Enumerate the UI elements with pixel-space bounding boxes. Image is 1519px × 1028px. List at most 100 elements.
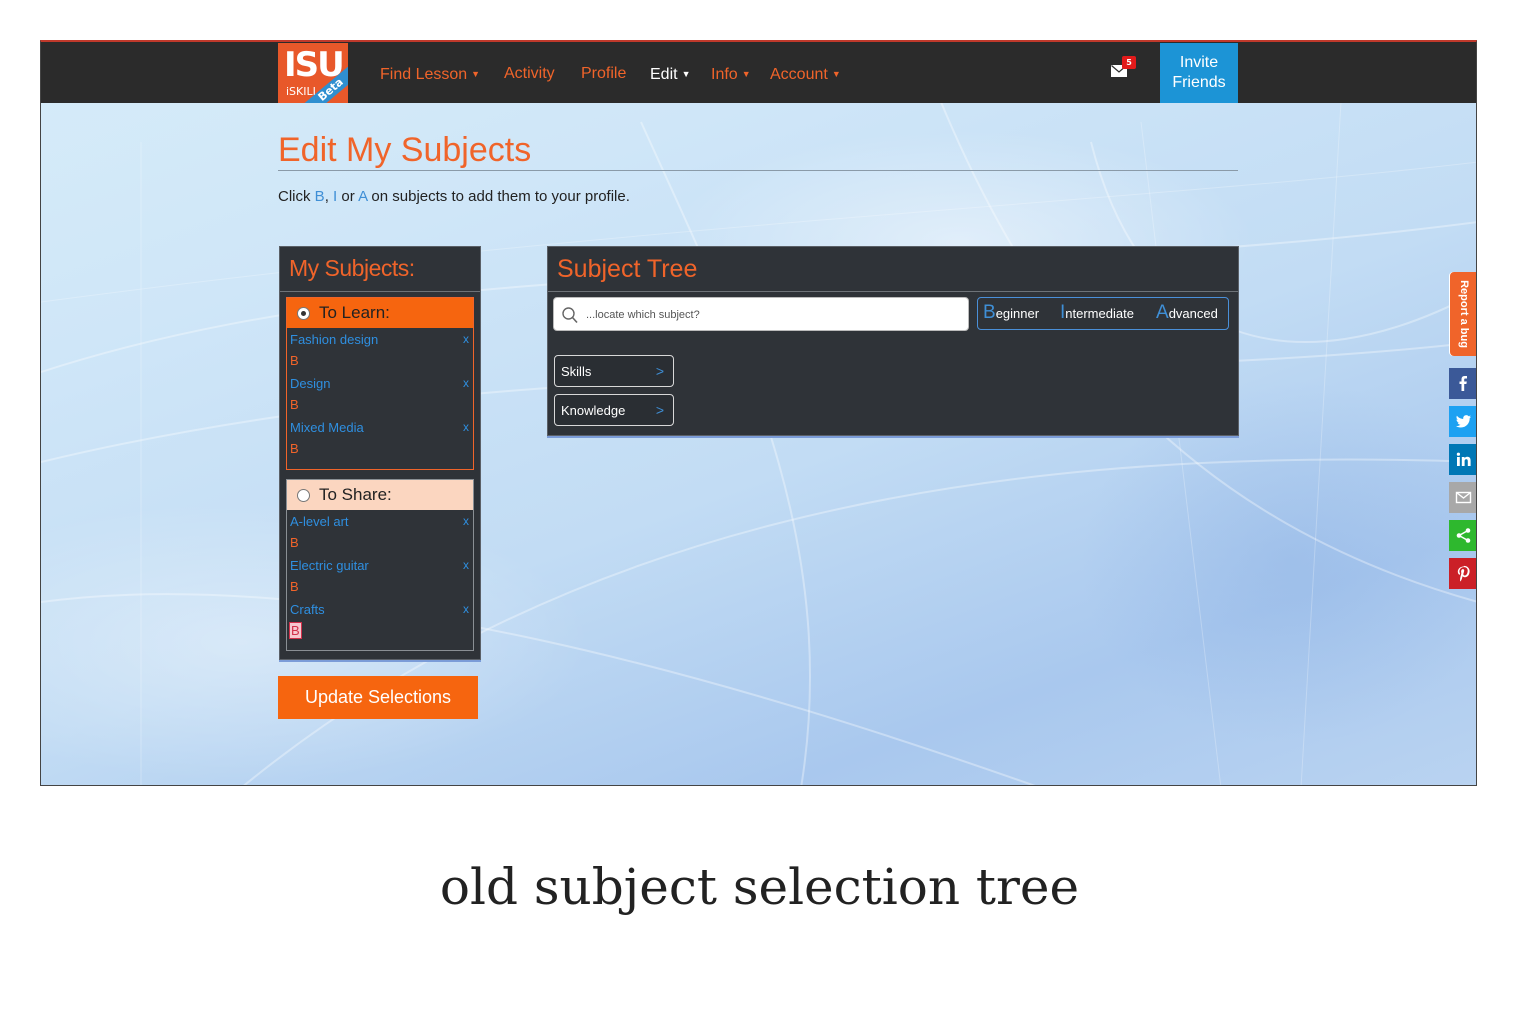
level-rest: dvanced <box>1168 306 1218 321</box>
intro-text: Click B, I or A on subjects to add them … <box>278 188 630 205</box>
subject-link[interactable]: A-level art <box>290 514 349 529</box>
remove-button[interactable]: x <box>463 332 469 346</box>
list-item: Mixed Media x <box>287 416 473 438</box>
remove-button[interactable]: x <box>463 514 469 528</box>
intro-or: or <box>337 188 359 205</box>
remove-button[interactable]: x <box>463 602 469 616</box>
facebook-share-button[interactable] <box>1449 368 1476 399</box>
title-divider <box>278 170 1238 171</box>
nav-find-lesson[interactable]: Find Lesson ▼ <box>380 64 480 85</box>
to-learn-header[interactable]: To Learn: <box>287 298 473 328</box>
to-share-radio[interactable] <box>297 488 310 502</box>
level-badge[interactable]: B <box>290 397 299 412</box>
chevron-right-icon: > <box>655 363 664 379</box>
list-item: B <box>287 576 473 598</box>
subject-link[interactable]: Fashion design <box>290 332 378 347</box>
remove-button[interactable]: x <box>463 420 469 434</box>
subject-link[interactable]: Electric guitar <box>290 558 369 573</box>
list-item: Electric guitar x <box>287 554 473 576</box>
chevron-right-icon: > <box>655 402 664 418</box>
page-title: Edit My Subjects <box>278 131 532 169</box>
facebook-icon <box>1459 376 1467 391</box>
nav-info-label: Info <box>711 66 738 83</box>
subject-tree-title: Subject Tree <box>557 255 698 283</box>
tree-node-skills[interactable]: Skills > <box>554 355 674 387</box>
nav-info[interactable]: Info ▼ <box>711 64 751 85</box>
level-beginner-button[interactable]: Beginner <box>983 302 1039 324</box>
list-item: A-level art x <box>287 510 473 532</box>
subject-link[interactable]: Design <box>290 376 330 391</box>
report-bug-label: Report a bug <box>1458 280 1470 348</box>
level-badge[interactable]: B <box>290 353 299 368</box>
twitter-share-button[interactable] <box>1449 406 1476 437</box>
caret-down-icon: ▼ <box>831 69 841 79</box>
intro-sep: , <box>324 188 334 205</box>
list-item: Fashion design x <box>287 328 473 350</box>
nav-find-lesson-label: Find Lesson <box>380 66 468 83</box>
pinterest-share-button[interactable] <box>1449 558 1476 589</box>
intro-suffix: on subjects to add them to your profile. <box>367 188 630 205</box>
invite-friends-button[interactable]: Invite Friends <box>1160 43 1238 103</box>
to-learn-section: To Learn: Fashion design x B Design x B … <box>286 297 474 470</box>
top-navbar: ISU iSKILL Beta Find Lesson ▼ Activity Pr… <box>41 42 1476 103</box>
panel-divider <box>280 291 480 292</box>
notification-badge: 5 <box>1122 56 1136 69</box>
to-learn-radio[interactable] <box>297 306 310 320</box>
search-input[interactable] <box>584 304 958 326</box>
invite-line-1: Invite <box>1179 54 1219 71</box>
level-rest: eginner <box>995 306 1040 321</box>
intro-level-b: B <box>314 188 325 205</box>
level-badge[interactable]: B <box>290 579 299 594</box>
subject-link[interactable]: Mixed Media <box>290 420 364 435</box>
level-badge[interactable]: B <box>290 535 299 550</box>
list-item: B <box>287 620 473 642</box>
panel-divider <box>548 291 1238 292</box>
level-cap: B <box>983 302 996 323</box>
remove-button[interactable]: x <box>463 558 469 572</box>
figure-caption: old subject selection tree <box>439 858 1080 916</box>
linkedin-icon <box>1456 452 1471 466</box>
browser-screenshot: ISU iSKILL Beta Find Lesson ▼ Activity Pr… <box>40 40 1477 786</box>
twitter-icon <box>1456 415 1471 428</box>
my-subjects-panel: My Subjects: To Learn: Fashion design x … <box>279 246 481 660</box>
to-share-section: To Share: A-level art x B Electric guita… <box>286 479 474 651</box>
list-item: B <box>287 394 473 416</box>
invite-line-2: Friends <box>1172 74 1226 91</box>
update-selections-button[interactable]: Update Selections <box>278 676 478 719</box>
generic-share-button[interactable] <box>1449 520 1476 551</box>
nav-activity[interactable]: Activity <box>504 64 555 84</box>
nav-profile-label: Profile <box>581 65 627 82</box>
pinterest-icon <box>1457 565 1470 582</box>
level-advanced-button[interactable]: Advanced <box>1156 302 1218 324</box>
remove-button[interactable]: x <box>463 376 469 390</box>
level-selector: Beginner Intermediate Advanced <box>977 297 1229 330</box>
list-item: B <box>287 350 473 372</box>
tree-node-label: Skills <box>561 364 592 379</box>
nav-account[interactable]: Account ▼ <box>770 64 841 85</box>
report-bug-tab[interactable]: Report a bug <box>1450 272 1476 356</box>
caret-down-icon: ▼ <box>471 69 481 79</box>
tree-node-knowledge[interactable]: Knowledge > <box>554 394 674 426</box>
tree-node-label: Knowledge <box>561 403 626 418</box>
list-item: Design x <box>287 372 473 394</box>
subject-search-box <box>553 297 969 331</box>
level-badge[interactable]: B <box>289 622 302 639</box>
email-share-button[interactable] <box>1449 482 1476 513</box>
to-learn-label: To Learn: <box>319 303 390 322</box>
nav-account-label: Account <box>770 66 828 83</box>
nav-profile[interactable]: Profile <box>581 64 626 84</box>
caret-down-icon: ▼ <box>681 69 691 79</box>
subject-link[interactable]: Crafts <box>290 602 325 617</box>
site-logo[interactable]: ISU iSKILL Beta <box>278 43 348 103</box>
linkedin-share-button[interactable] <box>1449 444 1476 475</box>
to-share-label: To Share: <box>319 485 392 504</box>
nav-edit[interactable]: Edit ▼ <box>650 64 691 85</box>
level-badge[interactable]: B <box>290 441 299 456</box>
level-intermediate-button[interactable]: Intermediate <box>1060 302 1134 324</box>
intro-level-a: A <box>358 188 368 205</box>
search-icon <box>562 307 578 324</box>
to-share-header[interactable]: To Share: <box>287 480 473 510</box>
caret-down-icon: ▼ <box>741 69 751 79</box>
intro-prefix: Click <box>278 188 315 205</box>
nav-activity-label: Activity <box>504 65 555 82</box>
